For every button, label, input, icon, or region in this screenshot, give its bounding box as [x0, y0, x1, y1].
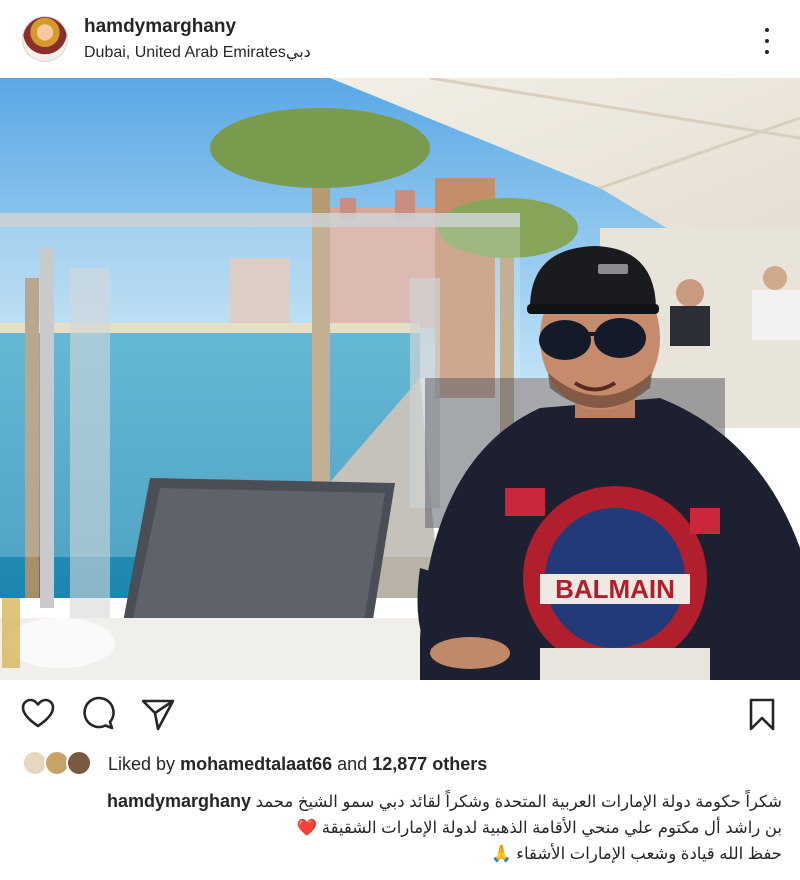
- liker-avatar: [66, 750, 92, 776]
- pray-emoji-icon: 🙏: [491, 845, 512, 863]
- likes-row[interactable]: Liked by mohamedtalaat66 and 12,877 othe…: [22, 750, 782, 780]
- heart-emoji-icon: ❤️: [296, 819, 318, 837]
- post-header: hamdymarghany Dubai, United Arab Emirate…: [0, 0, 800, 78]
- caption-username[interactable]: hamdymarghany: [107, 791, 251, 811]
- caption-text-line2: بن راشد أل مكتوم علي منحي الأقامة الذهبي…: [321, 819, 782, 837]
- liker-username[interactable]: mohamedtalaat66: [180, 754, 332, 774]
- location-text: Dubai, United Arab Emirates: [84, 44, 286, 61]
- post-username[interactable]: hamdymarghany: [84, 16, 236, 38]
- post-location[interactable]: Dubai, United Arab Emiratesدبي: [84, 42, 311, 62]
- likes-summary: Liked by mohamedtalaat66 and 12,877 othe…: [108, 754, 487, 775]
- profile-avatar[interactable]: [22, 16, 68, 62]
- bookmark-icon[interactable]: [744, 696, 780, 732]
- svg-text:BALMAIN: BALMAIN: [555, 574, 675, 604]
- location-text-ar: دبي: [285, 44, 311, 61]
- likes-joiner: and: [337, 754, 368, 774]
- action-bar: [0, 690, 800, 736]
- caption-text-line3: حفظ الله قيادة وشعب الإمارات الأشقاء: [516, 845, 782, 863]
- heart-outline-icon[interactable]: [20, 696, 56, 732]
- likes-prefix: Liked by: [108, 754, 176, 774]
- caption-text-line1: شكراً حكومة دولة الإمارات العربية المتحد…: [255, 793, 782, 811]
- likes-count[interactable]: 12,877 others: [372, 754, 487, 774]
- more-options-icon[interactable]: [752, 26, 782, 56]
- post-photo[interactable]: BALMAIN: [0, 78, 800, 680]
- paper-plane-icon[interactable]: [140, 696, 176, 732]
- comment-bubble-icon[interactable]: [80, 696, 116, 732]
- post-caption: شكراً حكومة دولة الإمارات العربية المتحد…: [22, 788, 782, 867]
